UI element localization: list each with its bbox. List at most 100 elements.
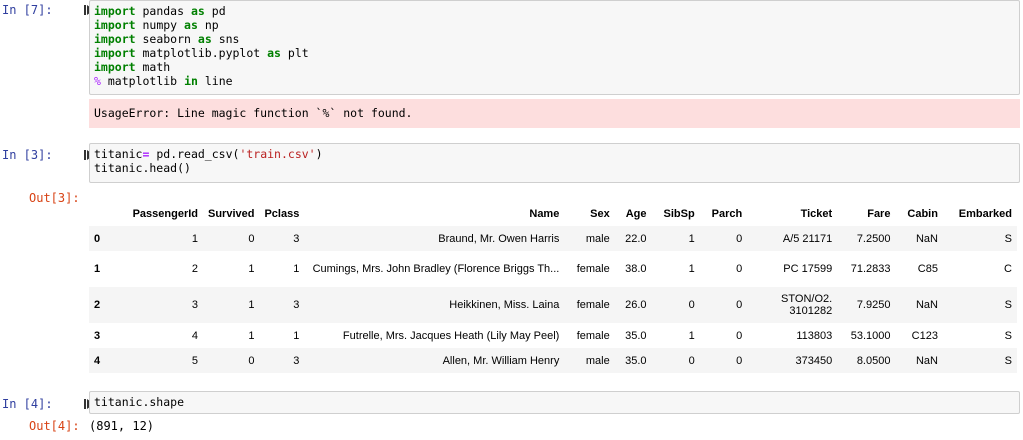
column-header: Embarked — [958, 207, 1012, 220]
table-row: 4 5 0 3 Allen, Mr. William Henry male 35… — [89, 348, 1017, 373]
column-header: Pclass — [264, 207, 300, 220]
cell-prompt: In [7]: — [2, 3, 53, 17]
table-cell: 3 — [293, 299, 300, 311]
error-output: UsageError: Line magic function `%` not … — [89, 99, 1020, 128]
table-row: 3 4 1 1 Futrelle, Mrs. Jacques Heath (Li… — [89, 323, 1017, 348]
table-row: 1 2 1 1 Cumings, Mrs. John Bradley (Flor… — [89, 251, 1017, 287]
code-token: np — [204, 18, 219, 32]
table-cell: S — [1004, 232, 1012, 245]
table-cell: Cumings, Mrs. John Bradley (Florence Bri… — [312, 263, 560, 275]
table-cell: C — [1004, 263, 1012, 275]
column-header: Age — [625, 207, 647, 220]
row-index: 2 — [94, 299, 101, 311]
column-header: Parch — [711, 207, 743, 220]
table-cell: 53.1000 — [850, 329, 891, 342]
table-cell: 0 — [688, 354, 695, 367]
table-row: 0 1 0 3 Braund, Mr. Owen Harris male 22.… — [89, 226, 1017, 251]
table-cell: Futrelle, Mrs. Jacques Heath (Lily May P… — [342, 329, 560, 342]
code-cell-input[interactable]: titanic= pd.read_csv('train.csv') titani… — [89, 143, 1020, 183]
cell-output-text: (891, 12) — [89, 419, 155, 433]
code-token: % — [94, 74, 101, 88]
code-token: pandas — [142, 4, 185, 18]
code-token: as — [267, 46, 281, 60]
table-header-row: PassengerId Survived Pclass Name Sex Age… — [89, 201, 1017, 226]
table-cell: 7.9250 — [856, 299, 891, 311]
column-header: Fare — [867, 207, 891, 220]
table-cell: 0 — [736, 329, 743, 342]
table-cell: 22.0 — [625, 232, 647, 245]
code-token: math — [142, 60, 171, 74]
table-cell: 1 — [688, 232, 695, 245]
row-index: 3 — [94, 329, 101, 342]
table-cell: Allen, Mr. William Henry — [442, 354, 560, 367]
index-header — [89, 201, 127, 226]
table-cell: female — [576, 329, 610, 342]
table-cell: 1 — [688, 329, 695, 342]
row-index: 4 — [94, 354, 101, 367]
table-cell: C123 — [911, 329, 938, 342]
code-token: as — [197, 32, 212, 46]
table-cell: 0 — [736, 263, 743, 275]
table-cell: female — [576, 263, 610, 275]
table-cell: 0 — [248, 354, 255, 367]
table-cell: 0 — [736, 299, 743, 311]
column-header: SibSp — [663, 207, 695, 220]
table-cell: 3 — [293, 354, 300, 367]
code-token: pd.read_csv( — [156, 147, 240, 161]
table-cell: 35.0 — [625, 329, 647, 342]
table-cell: 3 — [293, 232, 300, 245]
table-cell: 3 — [191, 299, 198, 311]
column-header: PassengerId — [132, 207, 198, 220]
code-token: ) — [315, 147, 323, 161]
table-cell: 1 — [248, 329, 255, 342]
table-cell: 1 — [293, 263, 300, 275]
dataframe-table: PassengerId Survived Pclass Name Sex Age… — [89, 201, 1017, 373]
table-cell: 26.0 — [625, 299, 647, 311]
table-cell: 71.2833 — [850, 263, 891, 275]
column-header: Cabin — [907, 207, 938, 220]
table-cell: 2 — [191, 263, 198, 275]
code-token: pd — [211, 4, 226, 18]
table-cell: 4 — [191, 329, 198, 342]
code-token: import — [94, 18, 136, 32]
table-cell: NaN — [915, 299, 938, 311]
code-cell-input[interactable]: titanic.shape — [89, 391, 1020, 414]
column-header: Ticket — [800, 207, 833, 220]
row-index: 0 — [94, 232, 101, 245]
table-cell: C85 — [917, 263, 938, 275]
code-token: in — [184, 74, 198, 88]
code-token: sns — [218, 32, 240, 46]
output-prompt: Out[3]: — [29, 191, 80, 205]
code-token: plt — [287, 46, 309, 60]
table-cell: S — [1004, 299, 1012, 311]
table-cell: 8.0500 — [856, 354, 891, 367]
cell-prompt: In [3]: — [2, 148, 53, 162]
table-cell: 1 — [191, 232, 198, 245]
table-cell: 113803 — [796, 329, 833, 342]
output-prompt: Out[4]: — [29, 419, 80, 433]
code-token: import — [94, 46, 136, 60]
table-cell: A/5 21171 — [782, 232, 833, 245]
table-cell: 38.0 — [625, 263, 647, 275]
column-header: Sex — [590, 207, 610, 220]
code-token: import — [94, 32, 136, 46]
table-cell: 1 — [248, 263, 255, 275]
table-row: 2 3 1 3 Heikkinen, Miss. Laina female 26… — [89, 287, 1017, 323]
table-cell: 0 — [736, 354, 743, 367]
table-cell: Braund, Mr. Owen Harris — [438, 232, 560, 245]
code-cell-input[interactable]: import pandas as pd import numpy as np i… — [89, 0, 1020, 95]
table-cell: S — [1004, 354, 1012, 367]
table-cell: 1 — [293, 329, 300, 342]
table-cell: female — [576, 299, 610, 311]
code-token: line — [204, 74, 233, 88]
column-header: Name — [529, 207, 560, 220]
column-header: Survived — [208, 207, 255, 220]
table-cell: 7.2500 — [856, 232, 891, 245]
code-token: as — [190, 4, 205, 18]
table-cell: 0 — [248, 232, 255, 245]
table-cell: 0 — [688, 299, 695, 311]
cell-prompt: In [4]: — [2, 397, 53, 411]
table-cell: 1 — [688, 263, 695, 275]
table-cell: 35.0 — [625, 354, 647, 367]
table-cell: NaN — [915, 232, 938, 245]
